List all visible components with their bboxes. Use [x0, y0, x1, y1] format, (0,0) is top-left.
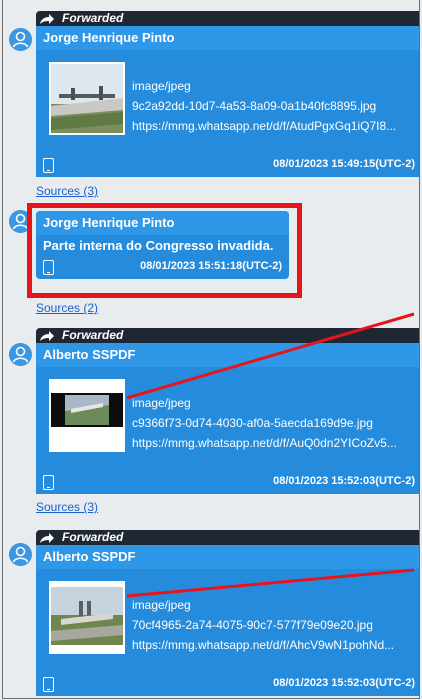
file-name: 70cf4965-2a74-4075-90c7-577f79e09e20.jpg: [132, 618, 373, 632]
user-avatar-icon: [9, 28, 32, 51]
phone-icon: [43, 677, 54, 692]
mime-type: image/jpeg: [132, 598, 191, 612]
attachment[interactable]: image/jpeg 70cf4965-2a74-4075-90c7-577f7…: [36, 569, 419, 674]
image-thumbnail[interactable]: [49, 62, 125, 135]
forwarded-header: Forwarded: [36, 530, 419, 545]
forwarded-label: Forwarded: [62, 11, 124, 25]
forwarded-label: Forwarded: [62, 530, 124, 544]
sender-name: Alberto SSPDF: [36, 343, 419, 367]
sources-link[interactable]: Sources (3): [36, 184, 98, 198]
file-url[interactable]: https://mmg.whatsapp.net/d/f/AtudPgxGq1i…: [132, 116, 419, 136]
message-footer: 08/01/2023 15:52:03(UTC-2): [36, 472, 419, 494]
file-name: 9c2a92dd-10d7-4a53-8a09-0a1b40fc8895.jpg: [132, 99, 377, 113]
sender-name: Jorge Henrique Pinto: [36, 26, 419, 50]
phone-icon: [43, 158, 54, 173]
forward-arrow-icon: [40, 13, 54, 24]
sources-link[interactable]: Sources (3): [36, 500, 98, 514]
message-bubble: Jorge Henrique Pinto image/jpeg 9c2a92dd…: [36, 26, 419, 177]
timestamp: 08/01/2023 15:49:15(UTC-2): [273, 158, 415, 170]
phone-icon: [43, 475, 54, 490]
forwarded-header: Forwarded: [36, 328, 419, 343]
chat-transcript: Forwarded Jorge Henrique Pinto image/jpe…: [2, 0, 420, 699]
attachment-meta: image/jpeg 70cf4965-2a74-4075-90c7-577f7…: [132, 595, 419, 655]
file-url[interactable]: https://mmg.whatsapp.net/d/f/AuQ0dn2YICo…: [132, 433, 419, 453]
file-name: c9366f73-0d74-4030-af0a-5aecda169d9e.jpg: [132, 416, 373, 430]
file-url[interactable]: https://mmg.whatsapp.net/d/f/AhcV9wN1poh…: [132, 635, 419, 655]
user-avatar-icon: [9, 543, 32, 566]
message-bubble: Alberto SSPDF image/jpeg 70cf4965-2a74-4…: [36, 545, 419, 696]
timestamp: 08/01/2023 15:52:03(UTC-2): [273, 677, 415, 689]
sources-link[interactable]: Sources (2): [36, 301, 98, 315]
message-footer: 08/01/2023 15:49:15(UTC-2): [36, 155, 419, 177]
user-avatar-icon: [9, 343, 32, 366]
forward-arrow-icon: [40, 532, 54, 543]
forward-arrow-icon: [40, 330, 54, 341]
forwarded-label: Forwarded: [62, 328, 124, 342]
mime-type: image/jpeg: [132, 79, 191, 93]
message-bubble: Alberto SSPDF image/jpeg c9366f73-0d74-4…: [36, 343, 419, 494]
image-thumbnail[interactable]: [49, 581, 125, 654]
forwarded-header: Forwarded: [36, 11, 419, 26]
attachment-meta: image/jpeg 9c2a92dd-10d7-4a53-8a09-0a1b4…: [132, 76, 419, 136]
attachment[interactable]: image/jpeg c9366f73-0d74-4030-af0a-5aecd…: [36, 367, 419, 472]
highlight-box: [27, 203, 302, 298]
timestamp: 08/01/2023 15:52:03(UTC-2): [273, 475, 415, 487]
image-thumbnail[interactable]: [49, 379, 125, 452]
mime-type: image/jpeg: [132, 396, 191, 410]
sender-name: Alberto SSPDF: [36, 545, 419, 569]
attachment-meta: image/jpeg c9366f73-0d74-4030-af0a-5aecd…: [132, 393, 419, 453]
attachment[interactable]: image/jpeg 9c2a92dd-10d7-4a53-8a09-0a1b4…: [36, 50, 419, 155]
message-footer: 08/01/2023 15:52:03(UTC-2): [36, 674, 419, 696]
